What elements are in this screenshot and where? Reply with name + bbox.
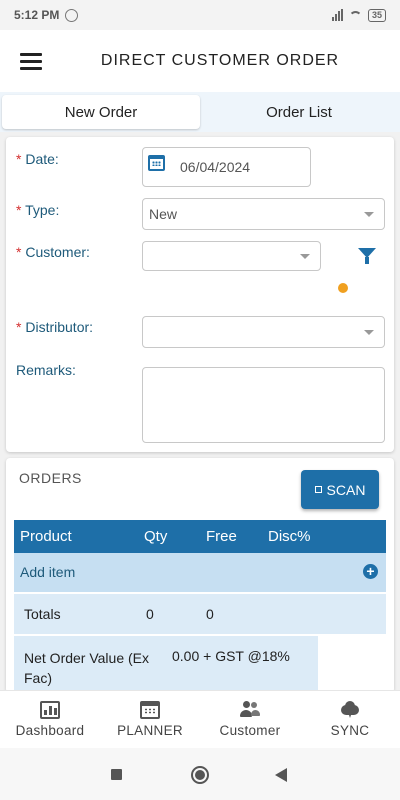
column-free: Free	[206, 528, 237, 545]
nav-dashboard-label: Dashboard	[15, 723, 85, 738]
net-order-value: 0.00 + GST @18%	[172, 648, 290, 664]
tab-bar: New Order Order List	[0, 92, 400, 132]
nav-customer-label: Customer	[219, 723, 281, 738]
qr-code-icon	[314, 486, 322, 493]
remarks-label: Remarks:	[16, 362, 76, 378]
column-qty: Qty	[144, 528, 168, 545]
calendar-icon[interactable]	[148, 155, 165, 171]
calendar-icon	[140, 701, 160, 719]
totals-free: 0	[206, 606, 214, 622]
filter-icon[interactable]	[358, 248, 376, 264]
distributor-select[interactable]	[142, 316, 385, 348]
chevron-down-icon	[300, 254, 310, 259]
column-disc: Disc%	[268, 528, 311, 545]
nav-dashboard[interactable]: Dashboard	[0, 691, 100, 748]
back-icon[interactable]	[275, 768, 287, 782]
date-field[interactable]: 06/04/2024	[142, 147, 311, 187]
totals-qty: 0	[146, 606, 154, 622]
add-item-row[interactable]: Add item +	[14, 553, 386, 592]
home-icon[interactable]	[191, 766, 209, 784]
date-value: 06/04/2024	[180, 159, 251, 175]
status-time: 5:12 PM	[14, 8, 60, 22]
customer-label: * Customer:	[16, 244, 90, 260]
net-order-row: Net Order Value (Ex Fac) 0.00 + GST @18%	[14, 636, 318, 693]
tab-new-order[interactable]: New Order	[2, 95, 200, 129]
orders-table-header: Product Qty Free Disc%	[14, 520, 386, 553]
status-icons: 35	[331, 8, 386, 22]
battery-icon: 35	[367, 8, 386, 22]
cloud-sync-icon	[340, 701, 360, 719]
bottom-navigation: Dashboard PLANNER Customer SYNC	[0, 690, 400, 748]
distributor-label: * Distributor:	[16, 319, 94, 335]
net-order-label: Net Order Value (Ex Fac)	[24, 650, 150, 686]
signal-icon	[331, 9, 343, 21]
customer-select[interactable]	[142, 241, 321, 271]
orders-card: ORDERS SCAN Product Qty Free Disc% Add i…	[6, 458, 394, 693]
nav-sync-label: SYNC	[330, 723, 370, 738]
chevron-down-icon	[364, 330, 374, 335]
tab-order-list[interactable]: Order List	[200, 95, 398, 129]
remarks-textarea[interactable]	[142, 367, 385, 443]
page-title: DIRECT CUSTOMER ORDER	[100, 52, 340, 69]
system-navigation-bar	[0, 748, 400, 800]
totals-label: Totals	[24, 606, 61, 622]
add-item-label: Add item	[20, 564, 76, 580]
scan-label: SCAN	[326, 481, 366, 498]
bar-chart-icon	[40, 701, 60, 719]
recent-apps-icon[interactable]	[111, 769, 122, 780]
column-product: Product	[20, 528, 72, 545]
type-select[interactable]: New	[142, 198, 385, 230]
hamburger-menu-icon[interactable]	[20, 53, 42, 70]
nav-planner[interactable]: PLANNER	[100, 691, 200, 748]
nav-customer[interactable]: Customer	[200, 691, 300, 748]
status-bar: 5:12 PM 35	[0, 0, 400, 30]
type-label: * Type:	[16, 202, 60, 218]
add-circle-icon[interactable]: +	[363, 564, 378, 579]
nav-sync[interactable]: SYNC	[300, 691, 400, 748]
orders-title: ORDERS	[19, 470, 82, 486]
type-value: New	[149, 206, 178, 222]
totals-row: Totals 0 0	[14, 594, 386, 634]
chevron-down-icon	[364, 212, 374, 217]
date-label: * Date:	[16, 151, 59, 167]
scan-button[interactable]: SCAN	[301, 470, 379, 509]
order-form-card: * Date: 06/04/2024 * Type: New * Custome…	[6, 137, 394, 452]
nav-planner-label: PLANNER	[117, 723, 183, 738]
status-dot	[338, 283, 348, 293]
app-bar: DIRECT CUSTOMER ORDER	[0, 30, 400, 92]
wifi-icon	[348, 10, 362, 20]
whatsapp-notification-icon	[65, 8, 79, 22]
people-icon	[240, 701, 260, 719]
